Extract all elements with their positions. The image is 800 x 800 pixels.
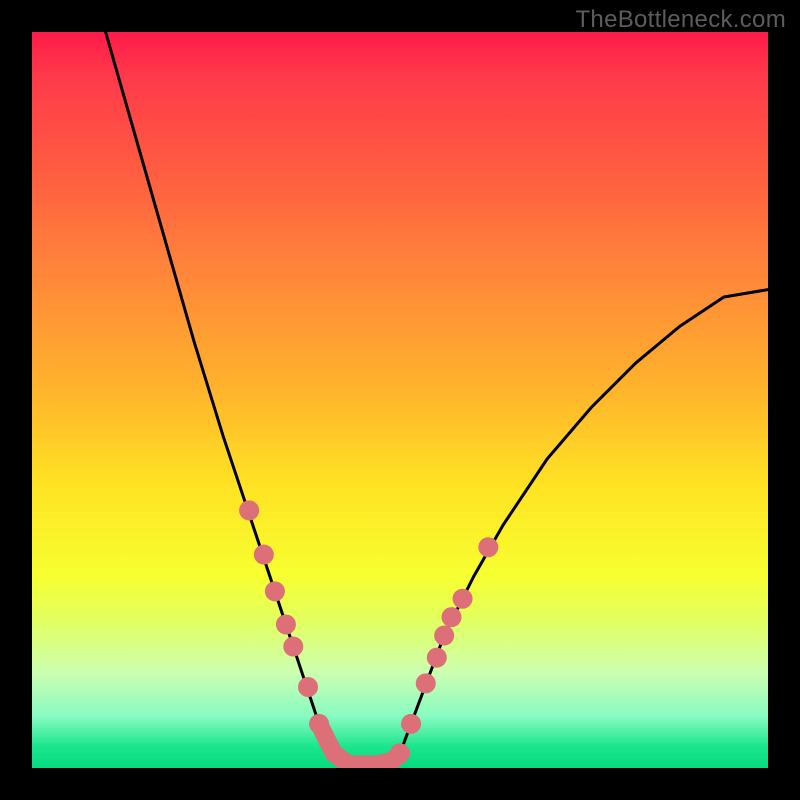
data-marker (283, 637, 303, 657)
data-marker (401, 714, 421, 734)
data-marker (453, 589, 473, 609)
data-marker (239, 500, 259, 520)
right-markers (390, 537, 498, 763)
data-marker (298, 677, 318, 697)
chart-svg (32, 32, 768, 768)
trough-band (319, 724, 400, 764)
plot-area (32, 32, 768, 768)
data-marker (478, 537, 498, 557)
data-marker (309, 714, 329, 734)
data-marker (390, 743, 410, 763)
trough-band-path (319, 724, 400, 764)
data-marker (442, 607, 462, 627)
data-marker (276, 614, 296, 634)
watermark-text: TheBottleneck.com (575, 6, 786, 34)
left-markers (239, 500, 329, 733)
data-marker (416, 673, 436, 693)
data-marker (427, 648, 447, 668)
data-marker (434, 626, 454, 646)
chart-frame: TheBottleneck.com (0, 0, 800, 800)
data-marker (265, 581, 285, 601)
data-marker (254, 545, 274, 565)
